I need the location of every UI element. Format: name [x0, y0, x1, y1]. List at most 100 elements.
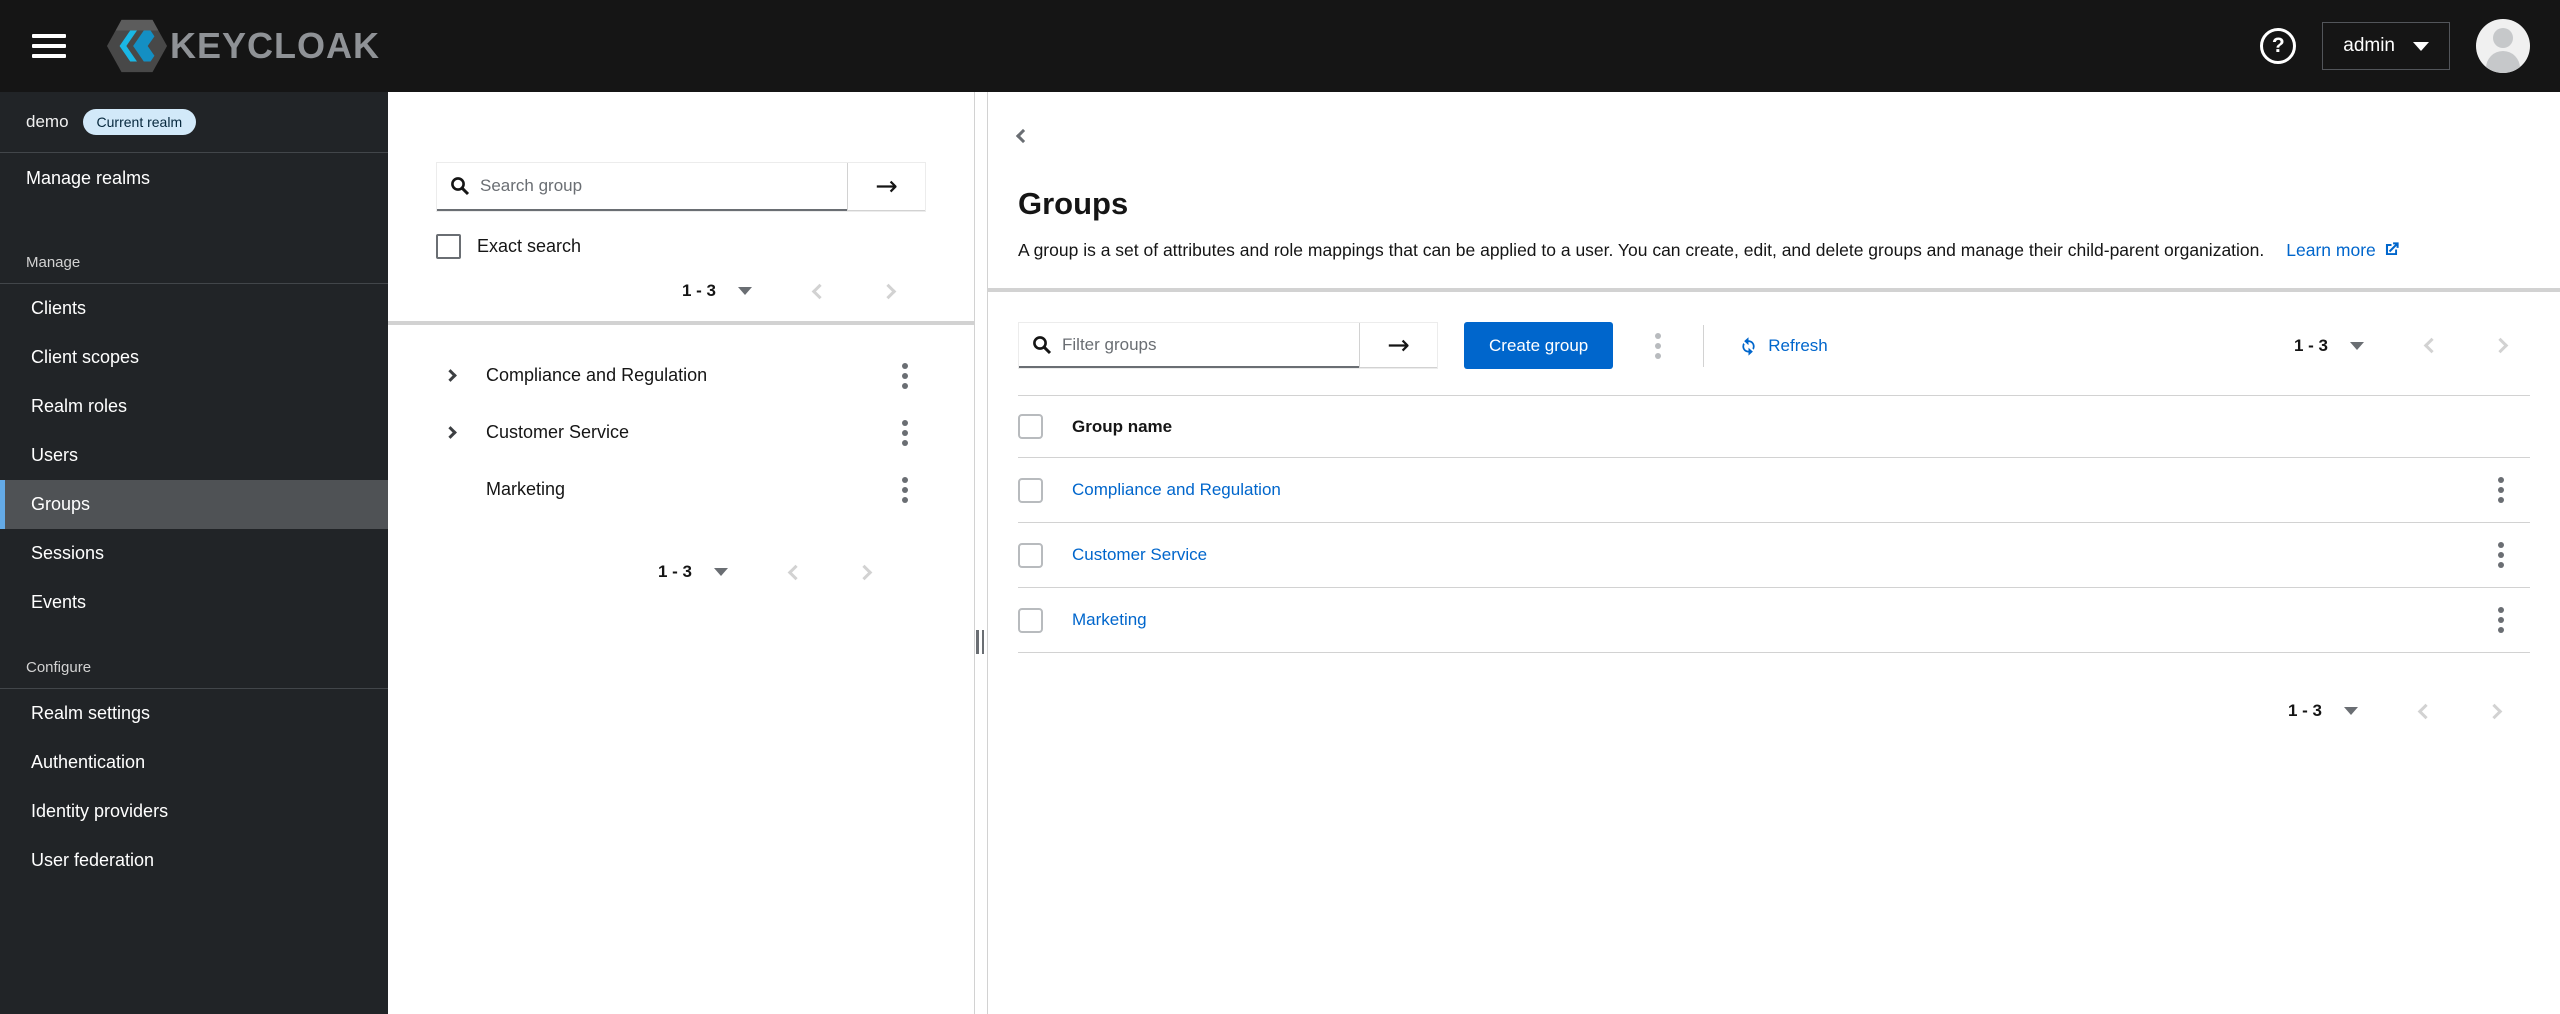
- tree-item: Compliance and Regulation: [436, 347, 926, 404]
- prev-page-icon[interactable]: [787, 564, 804, 580]
- pagination-range[interactable]: 1 - 3: [658, 562, 692, 582]
- next-page-icon[interactable]: [2486, 703, 2503, 719]
- next-page-icon[interactable]: [880, 283, 897, 299]
- sidebar-item-identity-providers[interactable]: Identity providers: [0, 787, 388, 836]
- row-checkbox[interactable]: [1018, 607, 1043, 633]
- resize-grip-icon: [976, 630, 984, 654]
- group-search: →: [436, 162, 926, 212]
- chevron-down-icon[interactable]: [738, 287, 752, 295]
- search-icon: [450, 176, 470, 196]
- group-link[interactable]: Compliance and Regulation: [1072, 480, 1281, 499]
- page-title: Groups: [1018, 186, 1129, 221]
- prev-page-icon[interactable]: [811, 283, 828, 299]
- masthead: KEYCLOAK ? admin: [0, 0, 2560, 92]
- sidebar-item-authentication[interactable]: Authentication: [0, 738, 388, 787]
- toolbar-divider: [1703, 324, 1705, 367]
- expand-chevron-icon[interactable]: [444, 367, 486, 385]
- table-row: Customer Service: [1018, 522, 2530, 588]
- row-kebab-menu-icon[interactable]: [2472, 538, 2530, 572]
- sidebar-item-groups[interactable]: Groups: [0, 480, 388, 529]
- search-submit-button[interactable]: →: [847, 163, 925, 211]
- sidebar-item-events[interactable]: Events: [0, 578, 388, 627]
- keycloak-logo-icon: [106, 18, 168, 74]
- groups-toolbar: → Create group Refresh 1 - 3: [1018, 322, 2530, 369]
- learn-more-link[interactable]: Learn more: [2286, 240, 2401, 260]
- toolbar-kebab-menu-icon[interactable]: [1647, 329, 1669, 363]
- prev-page-icon[interactable]: [2417, 703, 2434, 719]
- chevron-down-icon[interactable]: [714, 568, 728, 576]
- sidebar-item-realm-roles[interactable]: Realm roles: [0, 382, 388, 431]
- filter-groups-input[interactable]: [1062, 334, 1346, 355]
- refresh-button[interactable]: Refresh: [1738, 335, 1828, 356]
- exact-search-checkbox[interactable]: [436, 234, 461, 259]
- tree-item: Marketing: [436, 461, 926, 518]
- row-kebab-menu-icon[interactable]: [2472, 603, 2530, 637]
- table-pagination-top: 1 - 3: [2294, 336, 2509, 356]
- help-icon[interactable]: ?: [2260, 28, 2297, 64]
- keycloak-logo[interactable]: KEYCLOAK: [106, 18, 380, 74]
- sidebar: demo Current realm Manage realms Manage …: [0, 92, 388, 1014]
- tree-item: Customer Service: [436, 404, 926, 461]
- sidebar-item-realm-settings[interactable]: Realm settings: [0, 689, 388, 738]
- sidebar-item-client-scopes[interactable]: Client scopes: [0, 333, 388, 382]
- table-pagination-bottom: 1 - 3: [1018, 701, 2530, 721]
- filter-groups-search: →: [1018, 322, 1438, 369]
- refresh-icon: [1738, 335, 1759, 356]
- group-link[interactable]: Customer Service: [1072, 545, 1207, 564]
- sidebar-item-manage-realms[interactable]: Manage realms: [0, 153, 388, 204]
- panel-resize-handle[interactable]: [975, 92, 987, 1014]
- kebab-menu-icon[interactable]: [894, 359, 916, 393]
- chevron-left-icon: [1015, 128, 1031, 144]
- table-row: Marketing: [1018, 587, 2530, 653]
- row-checkbox[interactable]: [1018, 542, 1043, 568]
- nav-toggle-icon[interactable]: [32, 28, 66, 64]
- row-kebab-menu-icon[interactable]: [2472, 473, 2530, 507]
- collapse-drawer-button[interactable]: [1015, 122, 1046, 150]
- chevron-down-icon: [2413, 41, 2429, 51]
- prev-page-icon[interactable]: [2423, 337, 2440, 354]
- page-description: A group is a set of attributes and role …: [1018, 234, 2426, 266]
- search-icon: [1032, 335, 1052, 355]
- pagination-range[interactable]: 1 - 3: [2288, 701, 2322, 721]
- avatar[interactable]: [2476, 19, 2530, 73]
- search-group-input[interactable]: [480, 176, 834, 196]
- groups-table: Group name Compliance and Regulation Cus…: [1018, 395, 2530, 653]
- pagination-range[interactable]: 1 - 3: [2294, 336, 2328, 356]
- groups-tree-panel: → Exact search 1 - 3 Compliance and Regu…: [388, 92, 975, 1014]
- refresh-label: Refresh: [1768, 335, 1828, 355]
- chevron-down-icon[interactable]: [2350, 341, 2364, 350]
- group-link[interactable]: Marketing: [1072, 610, 1147, 629]
- sidebar-item-clients[interactable]: Clients: [0, 284, 388, 333]
- filter-submit-button[interactable]: →: [1359, 323, 1437, 368]
- sidebar-item-users[interactable]: Users: [0, 431, 388, 480]
- tree-pagination-bottom: 1 - 3: [436, 562, 926, 582]
- table-row: Compliance and Regulation: [1018, 457, 2530, 523]
- kebab-menu-icon[interactable]: [894, 416, 916, 450]
- groups-tree: Compliance and Regulation Customer Servi…: [388, 325, 974, 582]
- select-all-checkbox[interactable]: [1018, 414, 1043, 439]
- realm-name: demo: [26, 112, 69, 131]
- next-page-icon[interactable]: [2492, 337, 2509, 354]
- brand-text: KEYCLOAK: [170, 25, 381, 66]
- tree-item-label[interactable]: Compliance and Regulation: [486, 365, 707, 386]
- row-checkbox[interactable]: [1018, 477, 1043, 503]
- sidebar-section-manage: Manage: [0, 242, 388, 284]
- user-menu-dropdown[interactable]: admin: [2322, 22, 2450, 70]
- realm-selector[interactable]: demo Current realm: [0, 92, 388, 153]
- tree-item-label[interactable]: Customer Service: [486, 422, 629, 443]
- expand-chevron-icon[interactable]: [444, 424, 486, 442]
- kebab-menu-icon[interactable]: [894, 473, 916, 507]
- sidebar-item-user-federation[interactable]: User federation: [0, 836, 388, 885]
- create-group-button[interactable]: Create group: [1464, 322, 1614, 369]
- main-content: Groups A group is a set of attributes an…: [987, 92, 2560, 1014]
- current-realm-badge: Current realm: [82, 109, 197, 135]
- tree-item-label[interactable]: Marketing: [486, 479, 565, 500]
- sidebar-item-sessions[interactable]: Sessions: [0, 529, 388, 578]
- column-header-group-name[interactable]: Group name: [1072, 395, 2472, 458]
- exact-search-label: Exact search: [477, 236, 582, 256]
- pagination-range[interactable]: 1 - 3: [682, 281, 716, 301]
- next-page-icon[interactable]: [856, 564, 873, 580]
- chevron-down-icon[interactable]: [2344, 707, 2358, 715]
- external-link-icon: [2382, 240, 2401, 259]
- section-divider: [988, 288, 2560, 292]
